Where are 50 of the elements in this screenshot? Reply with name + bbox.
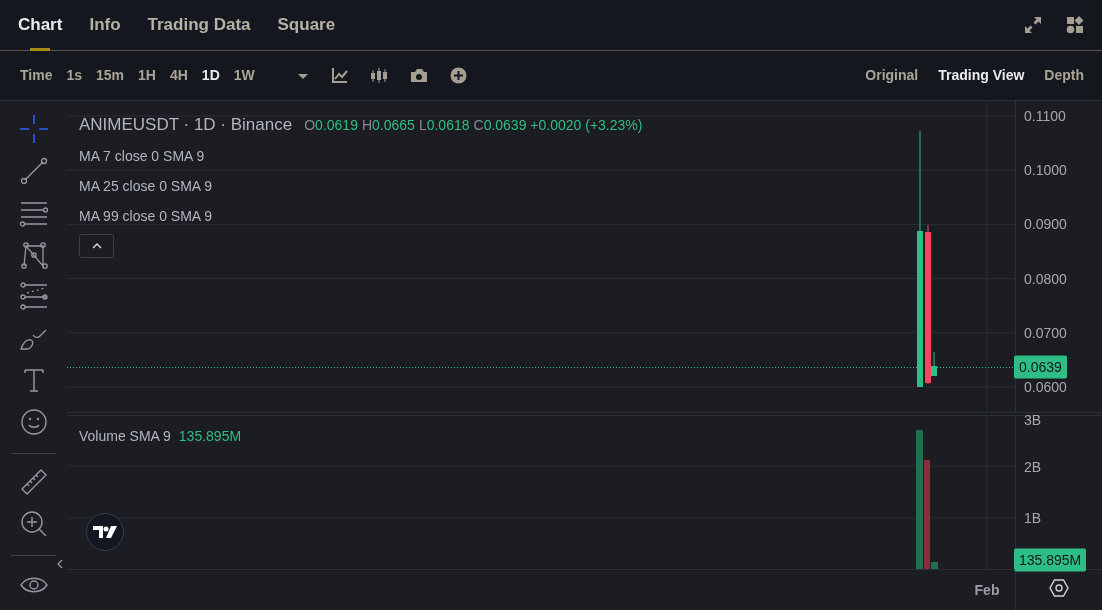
logo-badge[interactable] [86, 513, 124, 551]
interval-button[interactable]: 1W [233, 65, 255, 86]
interval-button[interactable]: Time [20, 65, 53, 86]
settings-icon[interactable] [1049, 578, 1069, 598]
volume-value: 135.895M [178, 428, 242, 444]
price-tick: 0.0800 [1024, 269, 1067, 289]
last-price-badge: 0.0639 [1014, 355, 1067, 379]
view-tab[interactable]: Trading View [938, 65, 1025, 86]
widgets-icon[interactable] [1066, 16, 1084, 34]
price-tick: 0.1100 [1024, 106, 1066, 126]
volume-tick: 1B [1024, 508, 1042, 528]
pattern-icon[interactable] [18, 239, 49, 270]
volume-tick: 3B [1024, 410, 1042, 430]
price-tick: 0.0900 [1024, 214, 1067, 234]
collapse-button[interactable] [79, 233, 114, 258]
tab[interactable]: Info [89, 0, 121, 51]
add-icon[interactable] [449, 67, 467, 84]
price-tick: 0.0700 [1024, 323, 1067, 343]
trend-line-icon[interactable] [18, 156, 49, 187]
indicator-label: MA 25 close 0 SMA 9 [79, 176, 214, 196]
logo-icon [93, 525, 117, 539]
volume-label: Volume SMA 9 [79, 428, 171, 444]
volume-tick: 2B [1024, 457, 1042, 477]
camera-icon[interactable] [409, 67, 428, 84]
interval-button[interactable]: 1D [201, 65, 220, 86]
time-label: Feb [974, 581, 1000, 600]
indicator-label: MA 7 close 0 SMA 9 [79, 146, 206, 166]
indicator-label: MA 99 close 0 SMA 9 [79, 206, 214, 226]
interval-button[interactable]: 4H [169, 65, 188, 86]
interval-button[interactable]: 15m [96, 65, 125, 86]
interval-button[interactable]: 1H [138, 65, 156, 86]
fib-lines-icon[interactable] [18, 281, 49, 312]
tab[interactable]: Trading Data [147, 0, 251, 51]
price-tick: 0.0600 [1024, 377, 1067, 397]
collapse-icon[interactable] [57, 559, 63, 569]
symbol-title: ANIMEUSDT · 1D · Binance [79, 114, 293, 136]
ohlc-values: O0.0619 H0.0665 L0.0618 C0.0639 +0.0020 (+3.23%) [303, 116, 643, 135]
tab[interactable]: Chart [18, 0, 63, 51]
smiley-icon[interactable] [18, 406, 49, 437]
interval-button[interactable]: 1s [66, 65, 82, 86]
chevron-up-icon [91, 242, 102, 249]
view-tab[interactable]: Depth [1044, 65, 1084, 86]
tab[interactable]: Square [277, 0, 336, 51]
crosshair-icon[interactable] [18, 114, 49, 145]
price-tick: 0.1000 [1024, 160, 1067, 180]
last-volume-badge: 135.895M [1014, 548, 1087, 572]
view-tab[interactable]: Original [865, 65, 919, 86]
expand-icon[interactable] [1024, 16, 1042, 34]
candlestick-icon[interactable] [369, 67, 388, 84]
line-chart-icon[interactable] [330, 67, 348, 84]
